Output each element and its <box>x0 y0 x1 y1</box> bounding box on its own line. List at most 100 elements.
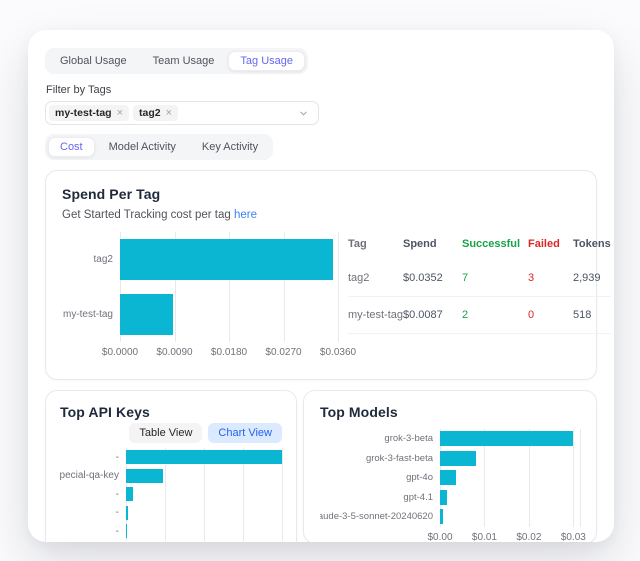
bar-claude-3-5-sonnet-20240620 <box>440 509 443 524</box>
column-header-successful: Successful <box>462 238 528 250</box>
top-api-keys-chart: -pecial-qa-key--- <box>60 448 282 541</box>
table-cell: $0.0352 <box>403 272 462 284</box>
tab-tag-usage[interactable]: Tag Usage <box>228 51 305 71</box>
table-cell: 7 <box>462 272 528 284</box>
tab-model-activity[interactable]: Model Activity <box>97 137 188 157</box>
spend-card-content: tag2my-test-tag$0.0000$0.0090$0.0180$0.0… <box>62 232 580 360</box>
axis-tick-label: $0.00 <box>427 532 452 543</box>
bar-row <box>440 449 580 469</box>
table-cell: 0 <box>528 309 573 321</box>
bottom-cards-row: Top API Keys Table View Chart View -peci… <box>45 390 597 542</box>
bar-grok-3-beta <box>440 431 573 446</box>
axis-tick-label: $0.0090 <box>156 347 192 358</box>
tag-chip-tag2: tag2 × <box>133 105 178 121</box>
bar-row <box>120 287 338 342</box>
axis-tick-label: $0.0000 <box>102 347 138 358</box>
tag-chip-my-test-tag: my-test-tag × <box>49 105 129 121</box>
table-cell: 2,939 <box>573 272 611 284</box>
top-api-keys-title: Top API Keys <box>60 404 282 420</box>
tag-chip-label: tag2 <box>139 107 161 119</box>
category-axis: -pecial-qa-key--- <box>60 448 126 541</box>
category-label: grok-3-beta <box>320 429 440 449</box>
table-row: my-test-tag$0.008720518 <box>348 297 611 334</box>
bar-grok-3-fast-beta <box>440 451 476 466</box>
usage-dashboard-panel: Global Usage Team Usage Tag Usage Filter… <box>28 30 614 542</box>
bar-row <box>126 467 282 486</box>
category-label: tag2 <box>62 232 120 287</box>
category-axis: grok-3-betagrok-3-fast-betagpt-4ogpt-4.1… <box>320 429 440 527</box>
category-label: my-test-tag <box>62 287 120 342</box>
top-models-card: Top Models grok-3-betagrok-3-fast-betagp… <box>303 390 597 542</box>
subtitle-text: Get Started Tracking cost per tag <box>62 209 231 221</box>
value-axis: $0.00$0.01$0.02$0.03 <box>440 532 580 543</box>
bar-row <box>440 507 580 527</box>
bar-- <box>126 487 133 501</box>
table-cell: my-test-tag <box>348 309 403 321</box>
remove-tag-icon[interactable]: × <box>117 108 123 119</box>
table-cell: 2 <box>462 309 528 321</box>
column-header-tag: Tag <box>348 238 403 250</box>
value-axis: $0.0000$0.0090$0.0180$0.0270$0.0360 <box>120 347 338 360</box>
category-label: gpt-4o <box>320 468 440 488</box>
gridline <box>282 448 283 541</box>
axis-tick-label: $0.0180 <box>211 347 247 358</box>
top-api-keys-card: Top API Keys Table View Chart View -peci… <box>45 390 297 542</box>
bar-- <box>126 506 128 520</box>
bar-row <box>126 504 282 523</box>
bar-pecial-qa-key <box>126 469 163 483</box>
plot-area <box>126 448 282 541</box>
plot-area <box>120 232 338 342</box>
column-header-tokens: Tokens <box>573 238 611 250</box>
table-cell: $0.0087 <box>403 309 462 321</box>
bar-row <box>126 448 282 467</box>
table-view-button[interactable]: Table View <box>129 423 202 443</box>
bar-row <box>440 468 580 488</box>
chevron-down-icon[interactable] <box>298 108 309 119</box>
bar-row <box>126 522 282 541</box>
category-label: - <box>60 504 126 523</box>
category-label: - <box>60 448 126 467</box>
chart-body: tag2my-test-tag <box>62 232 338 342</box>
axis-tick-label: $0.01 <box>472 532 497 543</box>
plot-area <box>440 429 580 527</box>
category-label: gpt-4.1 <box>320 488 440 508</box>
chart-body: grok-3-betagrok-3-fast-betagpt-4ogpt-4.1… <box>320 429 580 527</box>
tab-key-activity[interactable]: Key Activity <box>190 137 270 157</box>
bar-my-test-tag <box>120 294 173 335</box>
table-header-row: TagSpendSuccessfulFailedTokens <box>348 234 611 260</box>
spend-per-tag-chart: tag2my-test-tag$0.0000$0.0090$0.0180$0.0… <box>62 232 338 360</box>
column-header-spend: Spend <box>403 238 462 250</box>
tab-global-usage[interactable]: Global Usage <box>48 51 139 71</box>
tag-chip-label: my-test-tag <box>55 107 112 119</box>
axis-tick-label: $0.02 <box>516 532 541 543</box>
category-label: pecial-qa-key <box>60 467 126 486</box>
remove-tag-icon[interactable]: × <box>166 108 172 119</box>
bar-row <box>120 232 338 287</box>
category-label: - <box>60 522 126 541</box>
bar-row <box>126 485 282 504</box>
spend-per-tag-table: TagSpendSuccessfulFailedTokenstag2$0.035… <box>348 232 611 360</box>
chart-body: -pecial-qa-key--- <box>60 448 282 541</box>
axis-tick-label: $0.0360 <box>320 347 356 358</box>
tag-filter-select[interactable]: my-test-tag × tag2 × <box>45 101 319 125</box>
table-row: tag2$0.0352732,939 <box>348 260 611 297</box>
axis-tick-label: $0.03 <box>561 532 586 543</box>
spend-card-title: Spend Per Tag <box>62 186 580 202</box>
category-label: claude-3-5-sonnet-20240620 <box>320 507 440 527</box>
report-type-tabs: Cost Model Activity Key Activity <box>45 134 273 160</box>
top-models-title: Top Models <box>320 404 580 420</box>
category-label: grok-3-fast-beta <box>320 449 440 469</box>
bar-row <box>440 488 580 508</box>
table-cell: 518 <box>573 309 611 321</box>
view-toggle: Table View Chart View <box>60 423 282 443</box>
bar-row <box>440 429 580 449</box>
bar-- <box>126 450 282 464</box>
spend-card-subtitle: Get Started Tracking cost per tag here <box>62 209 580 221</box>
category-axis: tag2my-test-tag <box>62 232 120 342</box>
tab-cost[interactable]: Cost <box>48 137 95 157</box>
tab-team-usage[interactable]: Team Usage <box>141 51 227 71</box>
here-link[interactable]: here <box>234 209 257 221</box>
chart-view-button[interactable]: Chart View <box>208 423 282 443</box>
gridline <box>580 429 581 527</box>
bar-gpt-4.1 <box>440 490 447 505</box>
